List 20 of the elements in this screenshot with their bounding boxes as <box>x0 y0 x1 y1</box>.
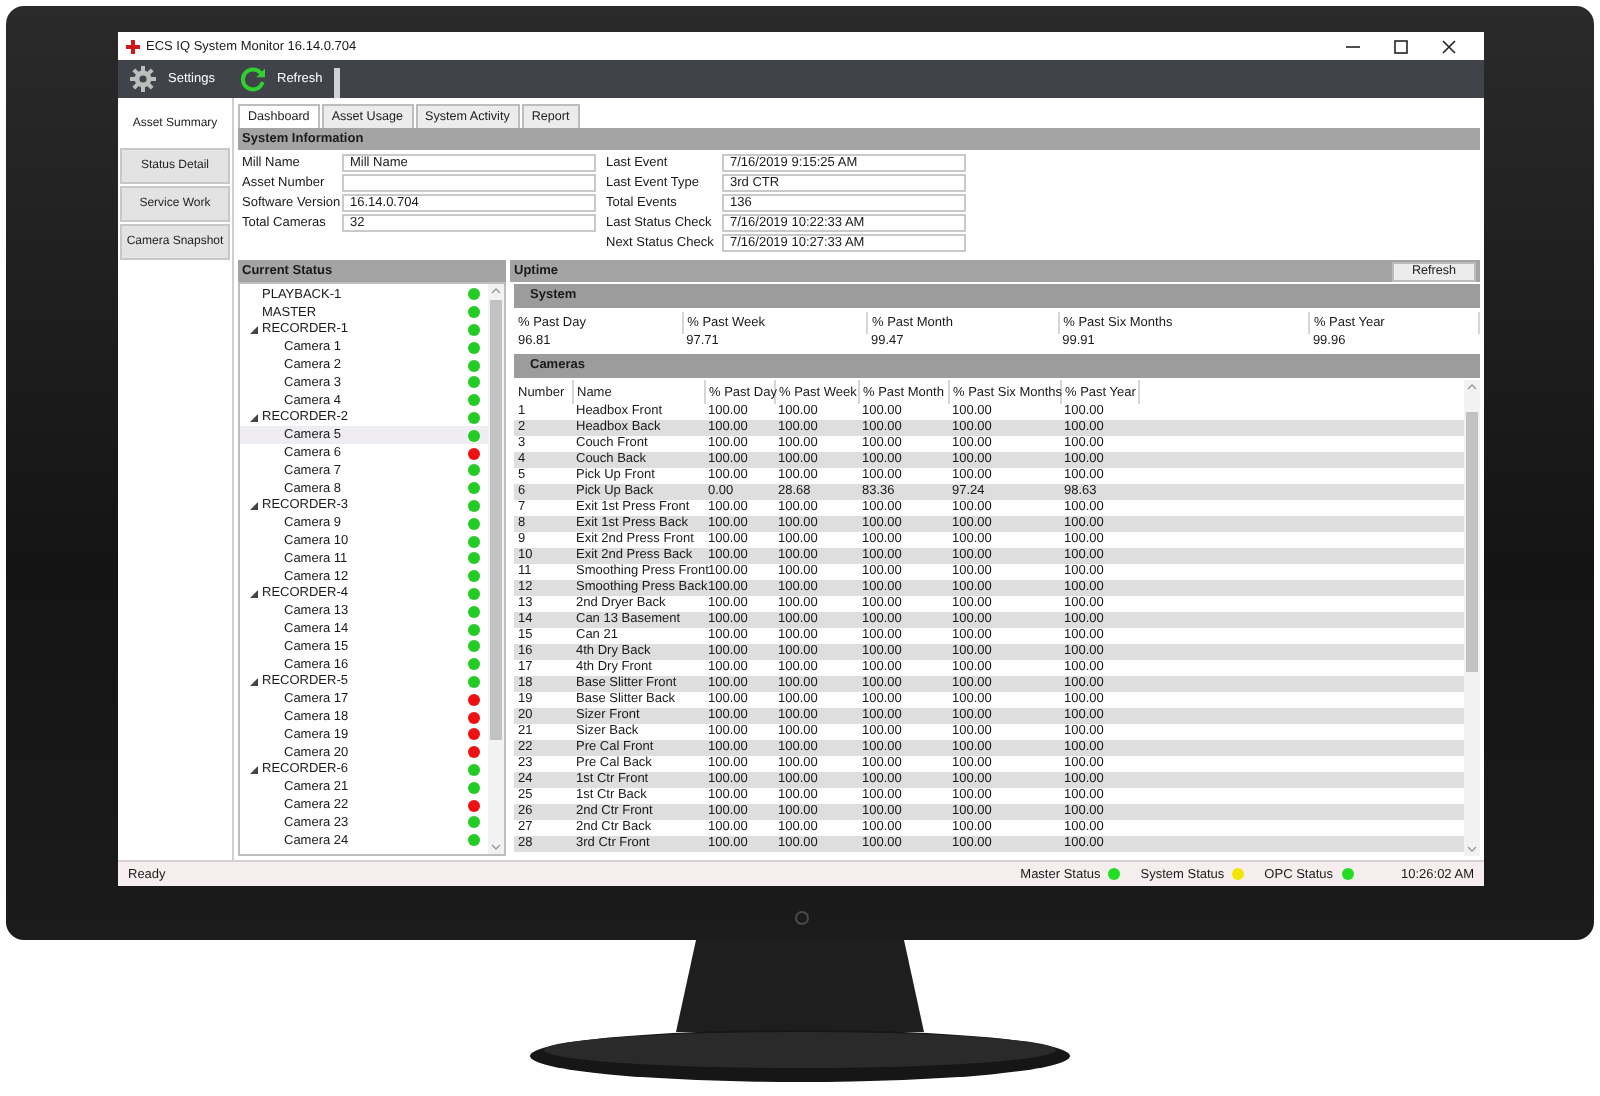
scrollbar[interactable] <box>1464 380 1480 856</box>
scroll-down-icon[interactable] <box>1466 844 1478 854</box>
input-field[interactable] <box>342 174 596 192</box>
scroll-up-icon[interactable] <box>490 286 502 296</box>
maximize-icon[interactable] <box>1394 39 1408 53</box>
expander-icon[interactable] <box>250 677 258 686</box>
expander-icon[interactable] <box>250 413 258 422</box>
gear-icon <box>130 66 156 92</box>
scrollbar[interactable] <box>488 284 504 854</box>
expander-icon[interactable] <box>250 765 258 774</box>
power-icon <box>794 910 810 926</box>
scroll-up-icon[interactable] <box>1466 382 1478 392</box>
toolbar-grip[interactable] <box>334 68 341 98</box>
expander-icon[interactable] <box>250 589 258 598</box>
scroll-down-icon[interactable] <box>490 842 502 852</box>
expander-icon[interactable] <box>250 325 258 334</box>
refresh-icon <box>239 66 265 92</box>
expander-icon[interactable] <box>250 501 258 510</box>
app-logo-icon <box>126 39 140 53</box>
close-icon[interactable] <box>1442 39 1456 53</box>
